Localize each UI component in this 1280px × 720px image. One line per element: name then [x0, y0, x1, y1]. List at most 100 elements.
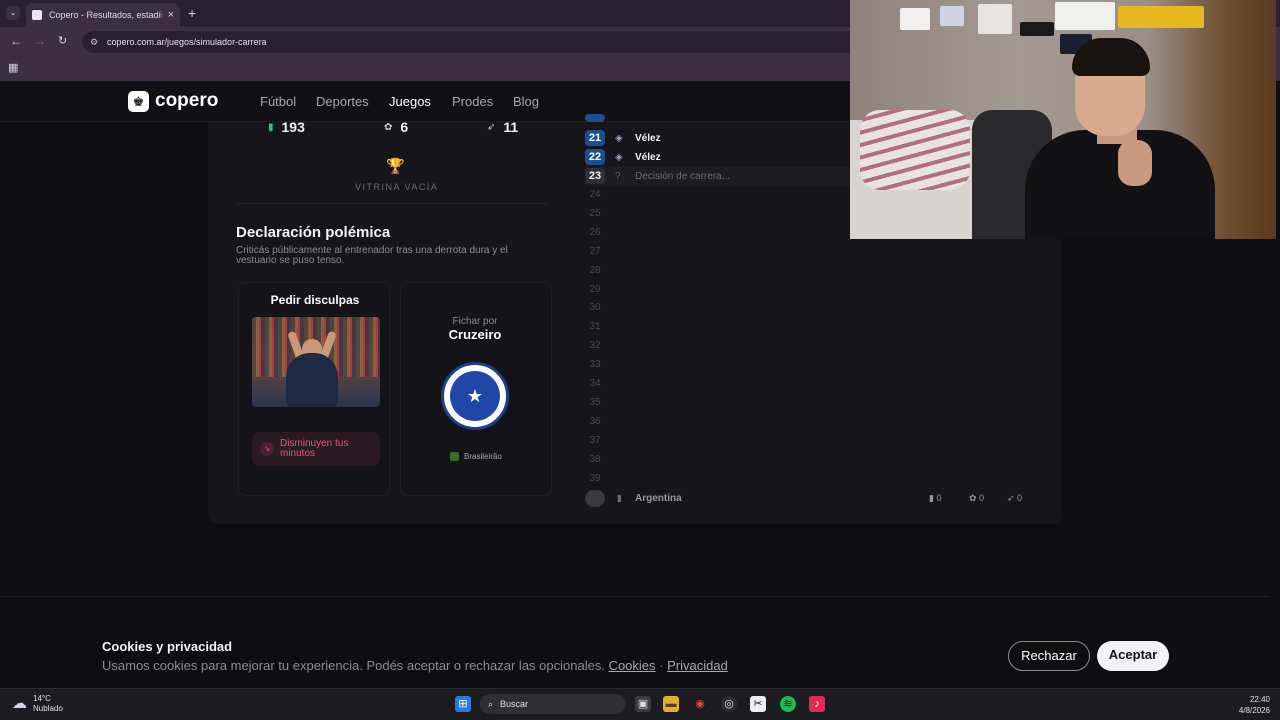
player-photo	[252, 317, 380, 407]
season-number: 37	[589, 434, 601, 446]
cookie-title: Cookies y privacidad	[102, 639, 233, 654]
file-explorer-icon[interactable]: ▬	[663, 696, 679, 712]
future-season-row: 33	[585, 356, 605, 374]
cookie-message: Usamos cookies para mejorar tu experienc…	[102, 658, 605, 673]
season-number: 30	[589, 302, 601, 314]
career-row-current: 23 ? Decisión de carrera...	[585, 167, 730, 185]
career-row: 22 ◈ Vélez	[585, 148, 661, 166]
webcam-overlay	[850, 0, 1276, 239]
option-apologize-title: Pedir disculpas	[270, 293, 360, 307]
transfer-club-name: Cruzeiro	[448, 327, 502, 342]
future-season-row: 35	[585, 394, 605, 412]
future-season-row: 25	[585, 205, 605, 223]
copero-logo-icon: ♚	[128, 90, 149, 112]
tab-title: Copero - Resultados, estadísticas	[49, 10, 162, 20]
address-bar[interactable]: ⚙ copero.com.ar/juegos/simulador-carrera	[82, 31, 872, 53]
stat-assists-value: 11	[503, 119, 519, 135]
effect-text: Disminuyen tus minutos	[280, 438, 349, 459]
season-number: 36	[589, 415, 601, 427]
site-logo[interactable]: ♚ copero	[128, 90, 218, 112]
task-view-icon[interactable]: ▣	[635, 696, 651, 712]
future-season-row: 28	[585, 262, 605, 280]
search-icon: ⌕	[488, 698, 494, 709]
season-number: 34	[589, 378, 601, 389]
weather-condition: Nublado	[33, 704, 63, 713]
site-info-icon[interactable]: ⚙	[90, 37, 100, 47]
future-season-row: 34	[585, 375, 605, 393]
season-number	[585, 114, 605, 122]
season-number: 38	[589, 453, 601, 465]
future-season-row: 38	[585, 451, 605, 469]
velez-shield-icon: ◈	[615, 132, 623, 144]
season-number: 29	[589, 283, 601, 295]
windows-start-icon[interactable]: ⊞	[455, 696, 471, 712]
taskbar-search[interactable]: ⌕ Buscar	[480, 694, 626, 714]
trophy-icon: 🏆	[386, 158, 405, 175]
season-number: 33	[589, 359, 601, 371]
accept-button[interactable]: Aceptar	[1097, 641, 1169, 671]
future-season-row: 39	[585, 470, 605, 488]
reject-button[interactable]: Rechazar	[1008, 641, 1090, 671]
jersey-icon: ▮	[268, 121, 274, 133]
weather-temp: 14°C	[33, 694, 51, 703]
spotify-icon[interactable]: ≋	[780, 696, 796, 712]
clock-time: 22:40	[1249, 695, 1270, 704]
browser-tab[interactable]: Copero - Resultados, estadísticas ×	[26, 3, 180, 27]
summary-goals: ✿ 0	[969, 493, 985, 503]
future-season-row: 30	[585, 299, 605, 317]
forward-arrow-icon[interactable]: →	[34, 34, 46, 48]
nav-deportes[interactable]: Deportes	[316, 94, 369, 109]
summary-assists: ➶ 0	[1007, 493, 1023, 503]
league-name: Brasileirão	[464, 452, 502, 461]
privacy-link[interactable]: Privacidad	[667, 658, 728, 673]
event-title: Declaración polémica	[236, 224, 391, 241]
cookies-link[interactable]: Cookies	[609, 658, 656, 673]
nav-blog[interactable]: Blog	[513, 94, 539, 109]
season-number: 35	[589, 396, 601, 408]
velez-shield-icon: ◈	[615, 151, 623, 163]
new-tab-button[interactable]: +	[188, 5, 196, 21]
tiktok-icon[interactable]: ♪	[809, 696, 825, 712]
season-number: 23	[585, 168, 605, 184]
link-separator: ·	[659, 658, 664, 673]
ball-icon: ✿	[384, 121, 393, 133]
close-tab-icon[interactable]: ×	[168, 9, 174, 21]
season-number: 27	[589, 245, 601, 257]
chrome-icon[interactable]: ◉	[692, 696, 708, 712]
stat-goals: ✿ 6	[384, 119, 408, 135]
future-season-row: 24	[585, 186, 605, 204]
obs-icon[interactable]: ◎	[721, 696, 737, 712]
search-placeholder: Buscar	[500, 699, 529, 709]
future-season-row: 29	[585, 281, 605, 299]
nav-prodes[interactable]: Prodes	[452, 94, 493, 109]
tab-search-icon[interactable]: ⌄	[6, 6, 20, 20]
nav-juegos[interactable]: Juegos	[389, 94, 431, 109]
country-name: Argentina	[635, 493, 682, 504]
nav-futbol[interactable]: Fútbol	[260, 94, 296, 109]
effect-badge: ↘ Disminuyen tus minutos	[252, 432, 380, 466]
future-season-row: 31	[585, 318, 605, 336]
capcut-icon[interactable]: ✂	[750, 696, 766, 712]
summary-goals-value: 0	[979, 493, 985, 503]
summary-pill	[585, 490, 605, 507]
summary-matches-value: 0	[936, 493, 942, 503]
trend-down-icon: ↘	[260, 442, 274, 456]
season-number: 22	[585, 149, 605, 165]
season-team: Vélez	[635, 132, 661, 144]
future-season-row: 32	[585, 337, 605, 355]
weather-widget[interactable]: ☁ 14°C Nublado	[12, 694, 63, 714]
career-decision-label: Decisión de carrera...	[635, 170, 731, 182]
season-number: 31	[589, 321, 601, 333]
event-description: Criticás públicamente al entrenador tras…	[236, 245, 508, 266]
reload-icon[interactable]: ↻	[58, 34, 67, 47]
boot-icon: ➶	[487, 121, 496, 133]
list-item-partial	[585, 112, 605, 122]
system-clock[interactable]: 22:40 4/8/2026	[1226, 694, 1270, 716]
logo-text: copero	[155, 90, 219, 111]
trophy-cabinet-empty: VITRINA VACÍA	[355, 182, 439, 192]
summary-assists-value: 0	[1017, 493, 1023, 503]
divider	[236, 203, 548, 204]
season-number: 39	[589, 472, 601, 484]
back-arrow-icon[interactable]: ←	[10, 34, 22, 48]
apps-grid-icon[interactable]: ▦	[8, 61, 18, 74]
